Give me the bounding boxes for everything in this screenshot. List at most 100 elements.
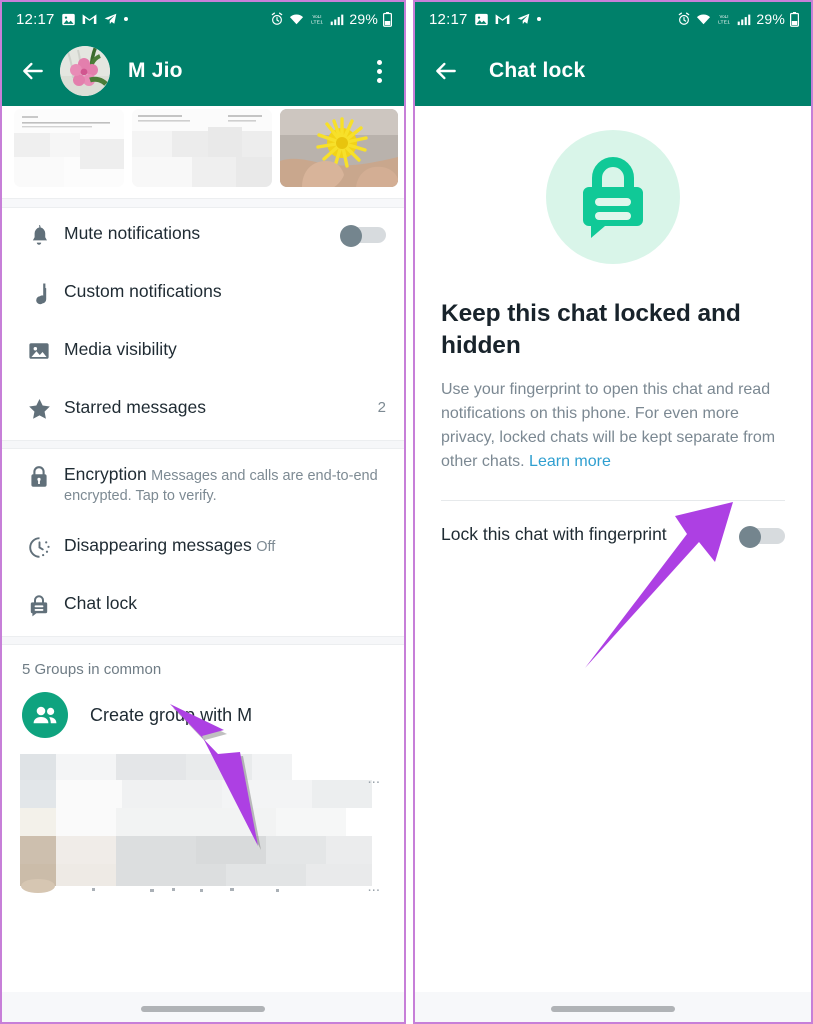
list-item-ellipsis: ... <box>367 770 380 787</box>
dot-icon <box>536 17 541 21</box>
status-time: 12:17 <box>429 10 468 28</box>
app-bar-right: Chat lock <box>415 36 811 106</box>
gmail-icon <box>82 13 97 25</box>
mute-notifications-toggle[interactable] <box>340 225 386 247</box>
gesture-pill[interactable] <box>141 1006 265 1012</box>
list-item-label: Chat lock <box>64 593 137 613</box>
list-item-text: Media visibility <box>56 338 386 360</box>
list-item-media-visibility[interactable]: Media visibility <box>2 324 404 382</box>
chat-lock-badge-icon <box>546 130 680 264</box>
hero-illustration <box>441 106 785 264</box>
profile-content: Mute notifications Custom notifications <box>2 106 404 1022</box>
battery-icon <box>790 11 799 27</box>
list-item-label: Disappearing messages <box>64 535 252 555</box>
section-separator-3 <box>2 636 404 645</box>
list-item-sublabel: Off <box>256 539 276 555</box>
list-item-text: Custom notifications <box>56 280 386 302</box>
list-item-label: Encryption <box>64 464 147 484</box>
svg-text:LTE1: LTE1 <box>718 19 730 25</box>
list-item-disappearing-messages[interactable]: Disappearing messages Off <box>2 520 404 578</box>
svg-text:VoLI: VoLI <box>720 14 729 19</box>
battery-percent: 29% <box>349 11 378 27</box>
groups-in-common-header: 5 Groups in common <box>22 661 162 678</box>
lock-chat-with-fingerprint-row[interactable]: Lock this chat with fingerprint <box>441 501 785 548</box>
list-item-chat-lock[interactable]: Chat lock <box>2 578 404 636</box>
lock-chat-toggle[interactable] <box>739 526 785 548</box>
list-item-text: Starred messages <box>56 396 378 418</box>
status-bar-right-cluster: VoLI LTE1 29% <box>270 11 392 27</box>
media-thumb-photo[interactable] <box>280 109 398 187</box>
media-thumb-document-2[interactable] <box>132 109 272 187</box>
star-icon <box>22 396 56 420</box>
notification-settings-list: Mute notifications Custom notifications <box>2 208 404 440</box>
volte-icon: VoLI LTE1 <box>309 12 325 26</box>
list-item-encryption[interactable]: Encryption Messages and calls are end-to… <box>2 449 404 520</box>
bell-icon <box>22 222 56 248</box>
hero-title: Keep this chat locked and hidden <box>441 300 741 359</box>
list-item-ellipsis: ... <box>367 878 380 895</box>
volte-icon: VoLI LTE1 <box>716 12 732 26</box>
avatar[interactable] <box>60 46 110 96</box>
list-item[interactable] <box>20 808 386 864</box>
telegram-icon <box>103 12 118 26</box>
lock-icon <box>22 463 56 489</box>
list-item-text: Mute notifications <box>56 222 340 244</box>
media-thumb-document[interactable] <box>14 109 124 187</box>
phone-panel-left: 12:17 VoLI LTE1 29% M Jio Mute notificat… <box>0 0 406 1024</box>
lock-chat-label: Lock this chat with fingerprint <box>441 524 667 544</box>
list-item-label: Starred messages <box>64 397 207 417</box>
starred-messages-count: 2 <box>377 399 386 416</box>
list-item[interactable]: ... <box>20 864 386 920</box>
privacy-settings-list: Encryption Messages and calls are end-to… <box>2 449 404 636</box>
list-item-text: Chat lock <box>56 592 386 614</box>
wifi-icon <box>696 13 711 26</box>
create-group-row[interactable]: Create group with M <box>2 684 404 752</box>
learn-more-link[interactable]: Learn more <box>529 453 611 470</box>
status-bar-right-cluster: VoLI LTE1 29% <box>677 11 799 27</box>
alarm-icon <box>270 12 284 26</box>
list-item[interactable]: ... <box>20 752 386 808</box>
page-title: Chat lock <box>489 59 586 82</box>
status-bar-right: 12:17 VoLI LTE1 29% <box>415 2 811 36</box>
signal-icon <box>330 13 344 26</box>
timer-icon <box>22 534 56 559</box>
phone-panel-right: 12:17 VoLI LTE1 29% Chat lock Keep this … <box>413 0 813 1024</box>
status-bar-left-cluster: 12:17 <box>429 11 541 28</box>
hero-description: Use your fingerprint to open this chat a… <box>441 378 785 474</box>
list-item-text: Encryption Messages and calls are end-to… <box>56 463 386 506</box>
gesture-bar-left[interactable] <box>2 992 404 1022</box>
chat-lock-content: Keep this chat locked and hidden Use you… <box>415 106 811 1022</box>
people-icon <box>22 692 68 738</box>
section-separator-1 <box>2 198 404 208</box>
dot-icon <box>123 17 128 21</box>
status-time: 12:17 <box>16 10 55 28</box>
telegram-icon <box>516 12 531 26</box>
back-arrow-icon[interactable] <box>20 58 46 84</box>
battery-percent: 29% <box>756 11 785 27</box>
blurred-group-list[interactable]: ... ... <box>2 752 404 920</box>
toggle-knob <box>739 526 761 548</box>
toggle-knob <box>340 225 362 247</box>
gesture-bar-right[interactable] <box>415 992 811 1022</box>
status-bar-left: 12:17 VoLI LTE1 29% <box>2 2 404 36</box>
list-item-text: Disappearing messages Off <box>56 534 386 557</box>
list-item-mute-notifications[interactable]: Mute notifications <box>2 208 404 266</box>
page-title: M Jio <box>128 59 183 82</box>
signal-icon <box>737 13 751 26</box>
gesture-pill[interactable] <box>551 1006 675 1012</box>
groups-in-common-section: 5 Groups in common Create group with M .… <box>2 645 404 920</box>
photo-icon <box>22 338 56 362</box>
list-item-starred-messages[interactable]: Starred messages 2 <box>2 382 404 440</box>
list-item-label: Custom notifications <box>64 281 222 301</box>
screenshot-stage: 12:17 VoLI LTE1 29% M Jio Mute notificat… <box>0 0 813 1024</box>
battery-icon <box>383 11 392 27</box>
overflow-menu-icon[interactable] <box>368 59 390 83</box>
gmail-icon <box>495 13 510 25</box>
alarm-icon <box>677 12 691 26</box>
app-bar-left: M Jio <box>2 36 404 106</box>
list-item-custom-notifications[interactable]: Custom notifications <box>2 266 404 324</box>
image-icon <box>61 12 76 27</box>
media-thumbnail-strip[interactable] <box>2 106 404 198</box>
back-arrow-icon[interactable] <box>433 58 459 84</box>
status-bar-left-cluster: 12:17 <box>16 11 128 28</box>
